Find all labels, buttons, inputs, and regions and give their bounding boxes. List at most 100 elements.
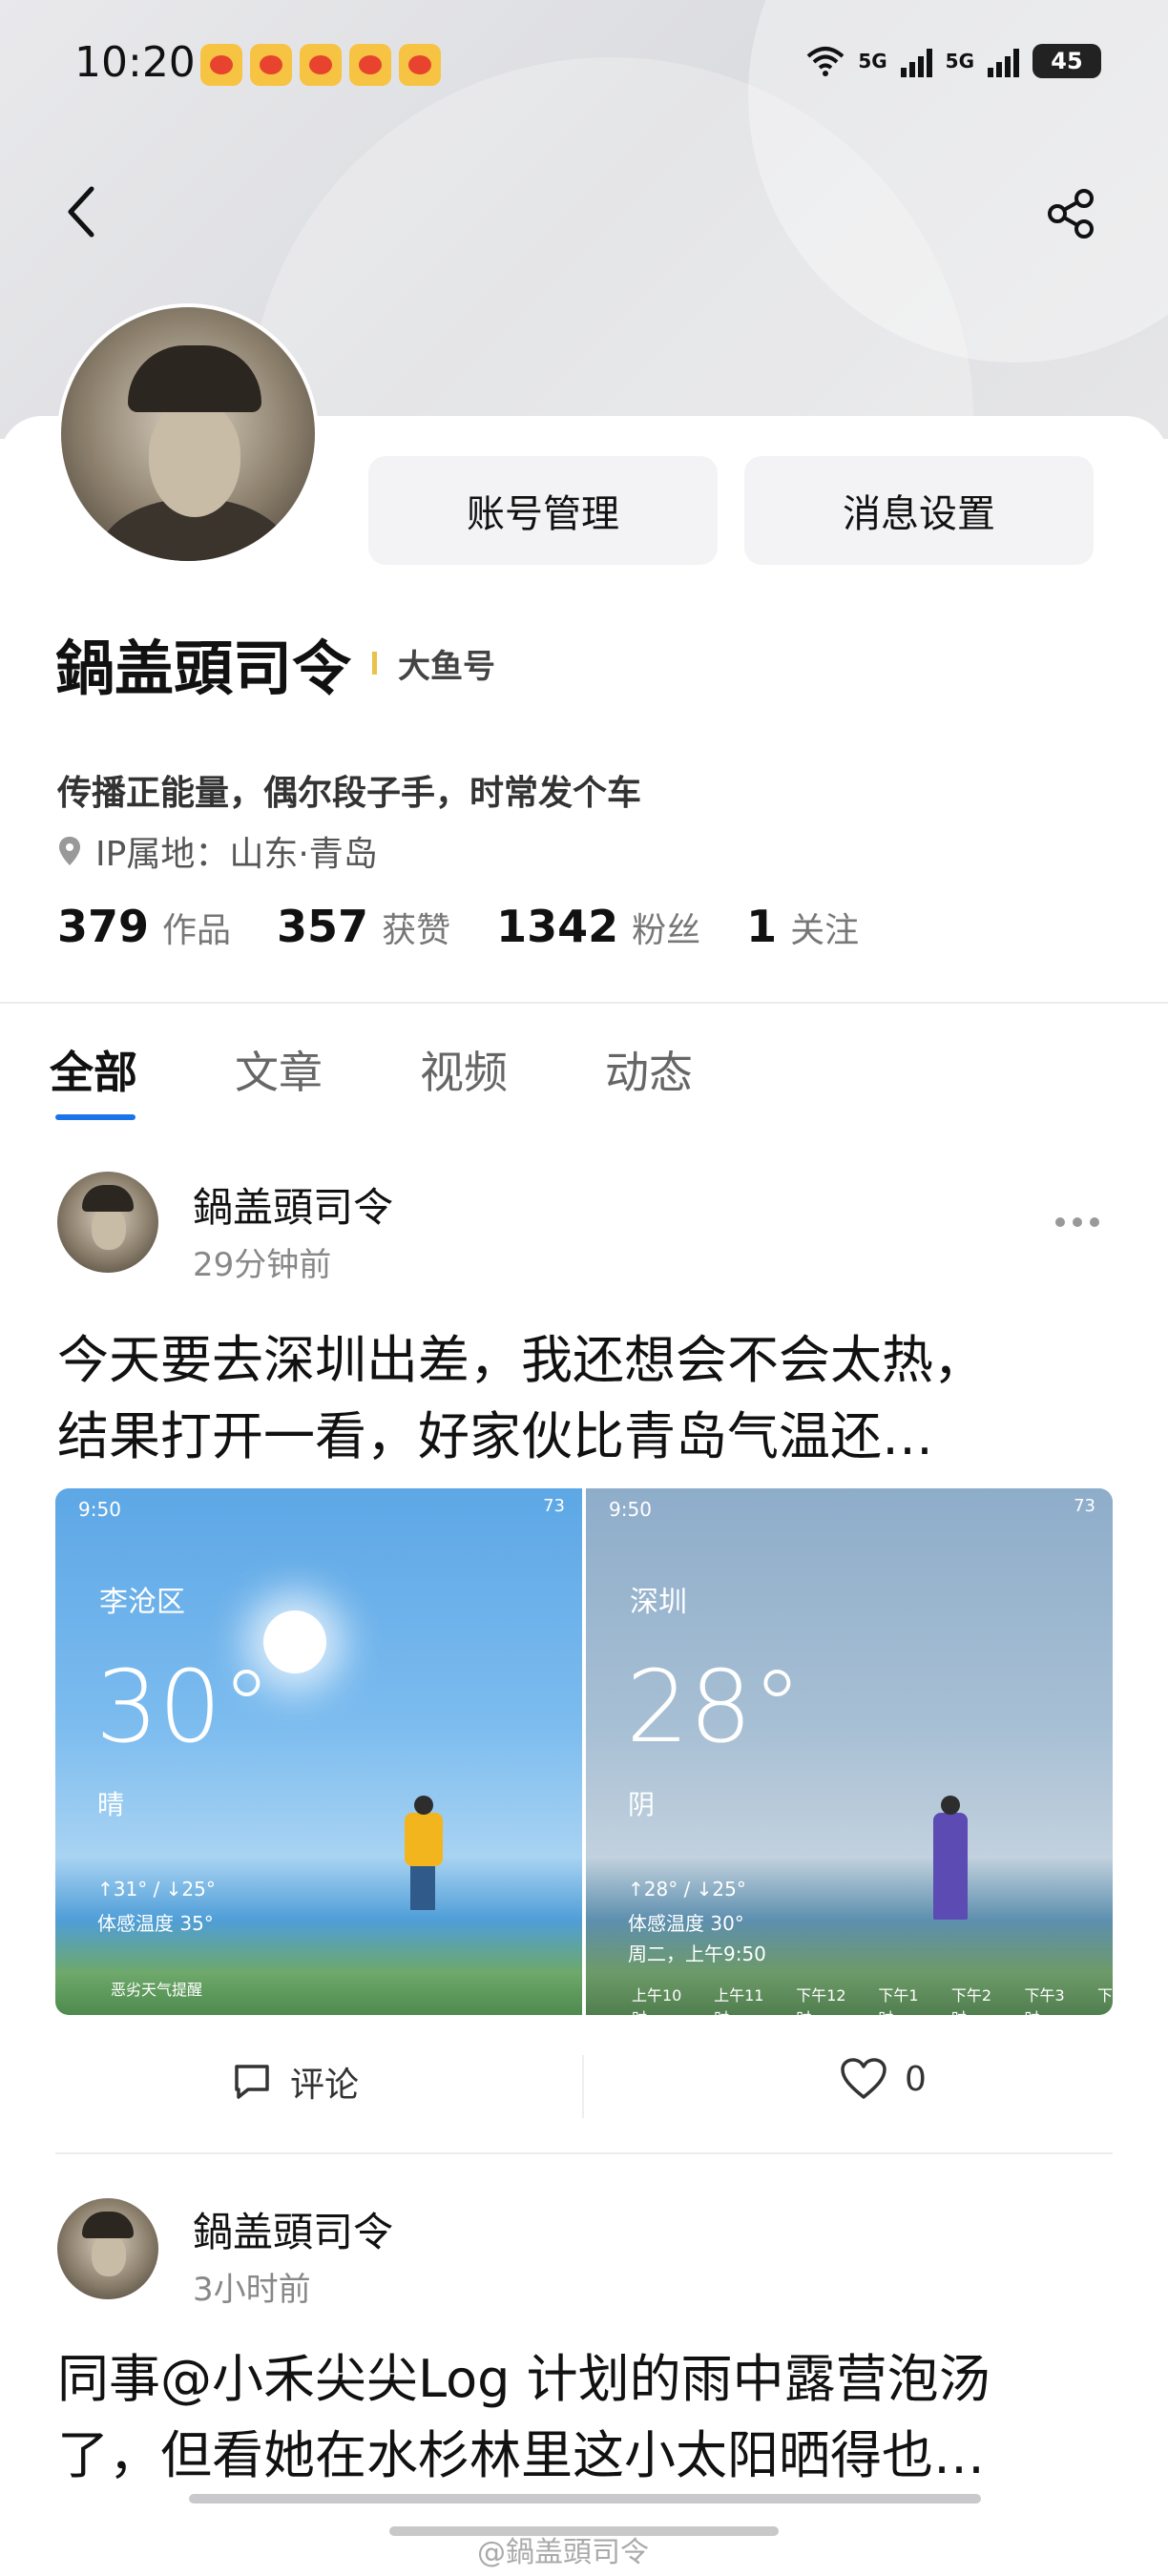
- comment-button[interactable]: 评论: [231, 2057, 359, 2107]
- image-feel: 体感温度 35°: [97, 1912, 214, 1935]
- comment-label: 评论: [290, 2066, 360, 2105]
- weibo-notification-icon: [200, 44, 242, 86]
- stat-num: 1342: [496, 901, 619, 952]
- like-count: 0: [905, 2059, 927, 2099]
- sun-icon: [263, 1610, 326, 1673]
- watermark: @鍋盖頭司令: [477, 2536, 649, 2569]
- image-city: 深圳: [630, 1586, 687, 1619]
- wifi-icon: [806, 47, 845, 76]
- status-bar: 10:20 5G 5G 45: [0, 38, 1168, 95]
- system-icons: 5G 5G 45: [806, 44, 1101, 78]
- tab-articles[interactable]: 文章: [235, 1038, 323, 1101]
- account-badge: 大鱼号: [398, 647, 496, 686]
- image-temp: 28°: [626, 1649, 803, 1765]
- post-text-line: 结果打开一看，好家伙比青岛气温还…: [57, 1406, 933, 1466]
- weibo-notification-icon: [250, 44, 292, 86]
- weibo-notification-icon: [349, 44, 391, 86]
- ip-location: IP属地：山东·青岛: [57, 826, 378, 876]
- username-row: 鍋盖頭司令 大鱼号: [55, 620, 495, 706]
- image-condition: 晴: [97, 1789, 125, 1820]
- heart-icon: [841, 2058, 886, 2099]
- post-image-weather-shenzhen[interactable]: 9:50 73 深圳 28° 阴 ↑28° / ↓25° 体感温度 30° 周二…: [586, 1488, 1113, 2015]
- post-text-line: 今天要去深圳出差，我还想会不会太热，: [57, 1330, 985, 1390]
- horizontal-scrollbar[interactable]: [189, 2494, 981, 2503]
- post-text-line: 了，但看她在水杉林里这小太阳晒得也…: [57, 2425, 985, 2485]
- hour-label: 下午3时: [1024, 1986, 1065, 2015]
- stat-num: 357: [277, 901, 369, 952]
- signal-icon: [988, 45, 1019, 77]
- image-temp: 30°: [95, 1649, 272, 1765]
- share-icon: [1048, 189, 1094, 239]
- image-high-low: ↑31° / ↓25°: [97, 1878, 216, 1901]
- image-datetime: 周二，上午9:50: [628, 1942, 766, 1965]
- stat-label: 粉丝: [632, 911, 701, 950]
- stat-num: 379: [57, 901, 150, 952]
- divider: [582, 2055, 584, 2118]
- signal-label-1: 5G: [858, 50, 887, 73]
- hour-label: 上午10时: [632, 1986, 682, 2015]
- hour-label: 下午12时: [796, 1986, 846, 2015]
- chevron-left-icon: [68, 186, 94, 238]
- badge-bar: [372, 652, 378, 675]
- content-tabs: 全部 文章 视频 动态: [50, 1038, 693, 1101]
- hour-label: 下午2时: [950, 1986, 992, 2015]
- person-illustration: [931, 1796, 970, 1920]
- more-dots-icon[interactable]: [1055, 1217, 1099, 1227]
- stat-works[interactable]: 379 作品: [57, 901, 231, 952]
- message-settings-button[interactable]: 消息设置: [744, 456, 1094, 565]
- post-image-grid: 9:50 73 李沧区 30° 晴 ↑31° / ↓25° 体感温度 35° 恶…: [55, 1488, 1113, 2015]
- image-city: 李沧区: [99, 1586, 185, 1619]
- signal-label-2: 5G: [945, 50, 974, 73]
- post-avatar[interactable]: [57, 2198, 158, 2299]
- image-status-battery: 73: [1074, 1496, 1095, 1516]
- image-feel: 体感温度 30°: [628, 1912, 744, 1935]
- post-time: 3小时前: [193, 2271, 311, 2309]
- post-author[interactable]: 鍋盖頭司令: [193, 1175, 393, 1234]
- battery-icon: 45: [1032, 44, 1101, 78]
- post-time: 29分钟前: [193, 1246, 332, 1284]
- hour-label: 上午11时: [714, 1986, 764, 2015]
- active-tab-indicator: [55, 1114, 136, 1120]
- weibo-notification-icon: [300, 44, 342, 86]
- signal-icon: [900, 45, 932, 77]
- post-avatar[interactable]: [57, 1172, 158, 1273]
- share-button[interactable]: [1044, 187, 1097, 240]
- image-status-time: 9:50: [78, 1498, 121, 1521]
- back-button[interactable]: [63, 181, 109, 248]
- tab-all[interactable]: 全部: [50, 1038, 137, 1101]
- post-author[interactable]: 鍋盖頭司令: [193, 2200, 393, 2258]
- stat-fans[interactable]: 1342 粉丝: [496, 901, 700, 952]
- image-hourly-labels: 上午10时 上午11时 下午12时 下午1时 下午2时 下午3时 下: [632, 1983, 1113, 2015]
- location-text: IP属地：山东·青岛: [95, 835, 378, 874]
- divider: [55, 2152, 1113, 2154]
- image-warning: 恶劣天气提醒: [111, 1981, 203, 1999]
- notification-icons: [200, 44, 441, 86]
- avatar[interactable]: [57, 303, 319, 565]
- like-button[interactable]: 0: [840, 2057, 927, 2101]
- stat-label: 作品: [162, 911, 232, 950]
- stat-label: 关注: [790, 911, 860, 950]
- post-text[interactable]: 今天要去深圳出差，我还想会不会太热， 结果打开一看，好家伙比青岛气温还…: [57, 1322, 1116, 1475]
- hour-label: 下: [1097, 1986, 1113, 2005]
- post-actions: 评论 0: [0, 2032, 1168, 2147]
- location-pin-icon: [59, 837, 80, 865]
- stat-likes[interactable]: 357 获赞: [277, 901, 450, 952]
- image-status-time: 9:50: [609, 1498, 652, 1521]
- tab-videos[interactable]: 视频: [420, 1038, 508, 1101]
- post-text[interactable]: 同事@小禾尖尖Log 计划的雨中露营泡汤 了，但看她在水杉林里这小太阳晒得也…: [57, 2341, 1116, 2494]
- bio: 传播正能量，偶尔段子手，时常发个车: [57, 774, 642, 813]
- person-illustration: [401, 1796, 445, 1910]
- image-high-low: ↑28° / ↓25°: [628, 1878, 746, 1901]
- divider: [0, 1002, 1168, 1004]
- post-image-weather-qingdao[interactable]: 9:50 73 李沧区 30° 晴 ↑31° / ↓25° 体感温度 35° 恶…: [55, 1488, 582, 2015]
- post-text-line: 同事@小禾尖尖Log 计划的雨中露营泡汤: [57, 2349, 991, 2409]
- status-time: 10:20: [74, 38, 196, 87]
- image-status-battery: 73: [543, 1496, 565, 1516]
- hour-label: 下午1时: [878, 1986, 919, 2015]
- tab-moments[interactable]: 动态: [605, 1038, 693, 1101]
- profile-stats: 379 作品 357 获赞 1342 粉丝 1 关注: [57, 901, 859, 952]
- stat-following[interactable]: 1 关注: [746, 901, 859, 952]
- stat-num: 1: [746, 901, 778, 952]
- comment-icon: [235, 2065, 269, 2099]
- account-management-button[interactable]: 账号管理: [368, 456, 718, 565]
